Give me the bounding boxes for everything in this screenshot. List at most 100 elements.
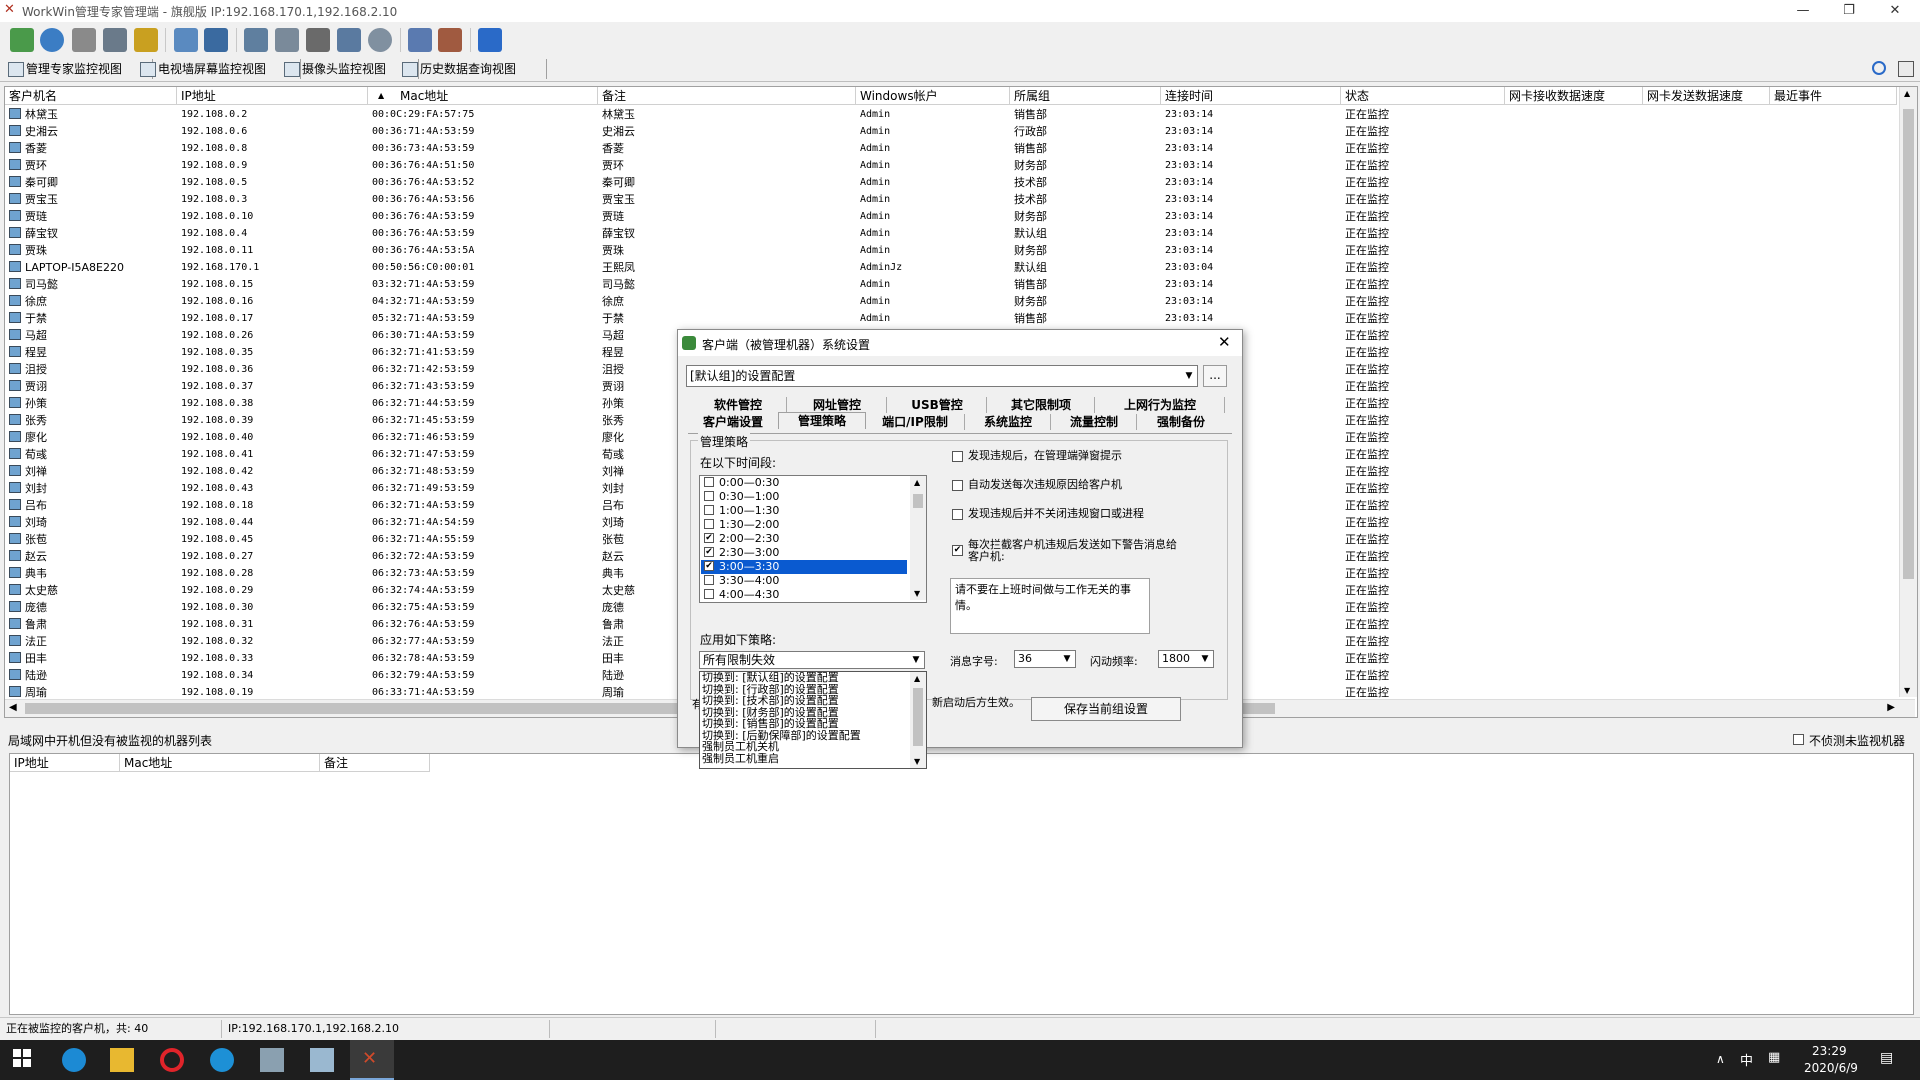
option-checkbox[interactable]: 自动发送每次违规原因给客户机 (952, 479, 1222, 491)
time-slot-list[interactable]: 0:00—0:30 0:30—1:00 1:00—1:30 1:30—2:00 ✔ 2:0… (699, 475, 927, 603)
no-detect-check[interactable] (1793, 734, 1804, 745)
tab-traffic[interactable]: 流量控制 (1052, 414, 1137, 430)
scroll-up-icon[interactable]: ▲ (914, 674, 920, 683)
table-row[interactable]: 贾环 192.108.0.9 00:36:76:4A:51:50 贾环 Admin 财务部… (5, 157, 1895, 174)
search-doc-icon[interactable] (306, 28, 330, 52)
monitor-icon[interactable] (10, 28, 34, 52)
policy-option[interactable]: 强制员工机关机 (702, 741, 907, 753)
scroll-thumb[interactable] (1903, 109, 1914, 579)
policy-dropdown-list[interactable]: 切换到: [默认组]的设置配置 切换到: [行政部]的设置配置 切换到: [技术部]… (699, 671, 927, 769)
tab-url[interactable]: 网址管控 (788, 397, 887, 413)
table-row[interactable]: 林黛玉 192.108.0.2 00:0C:29:FA:57:75 林黛玉 Admin 销… (5, 106, 1895, 123)
tab-client-settings[interactable]: 客户端设置 (688, 414, 778, 430)
tab-expert-monitor[interactable]: 管理专家监控视图 (4, 59, 153, 79)
tab-management-policy[interactable]: 管理策略 (778, 412, 866, 429)
key-icon[interactable] (204, 28, 228, 52)
table-row[interactable]: 史湘云 192.108.0.6 00:36:71:4A:53:59 史湘云 Admin 行… (5, 123, 1895, 140)
time-slot-checkbox[interactable]: ✔ (704, 561, 714, 571)
col-header[interactable]: Mac地址 (120, 754, 320, 772)
edge-icon[interactable] (62, 1048, 86, 1072)
option-checkbox[interactable]: ✔ 每次拦截客户机违规后发送如下警告消息给客户机: (952, 539, 1222, 563)
scroll-down-icon[interactable]: ▼ (914, 757, 920, 766)
policy-option[interactable]: 切换到: [行政部]的设置配置 (702, 684, 907, 696)
chart-icon[interactable] (174, 28, 198, 52)
workwin-task[interactable]: ✕ (350, 1040, 394, 1080)
time-slot-item[interactable]: 0:30—1:00 (701, 490, 907, 504)
time-slot-checkbox[interactable]: ✔ (704, 533, 714, 543)
time-slot-checkbox[interactable] (704, 575, 714, 585)
tab-online-behavior[interactable]: 上网行为监控 (1096, 397, 1225, 413)
vertical-scrollbar[interactable]: ▲ ▼ (1899, 87, 1917, 697)
tab-system-monitor[interactable]: 系统监控 (966, 414, 1051, 430)
font-size-select[interactable]: 36 ▼ (1014, 650, 1076, 668)
table-row[interactable]: 于禁 192.108.0.17 05:32:71:4A:53:59 于禁 Admin 销售… (5, 310, 1895, 327)
tray-up-icon[interactable]: ∧ (1716, 1052, 1725, 1066)
col-header[interactable]: 状态 (1341, 87, 1505, 105)
policy-option[interactable]: 切换到: [财务部]的设置配置 (702, 707, 907, 719)
mail-icon[interactable] (103, 28, 127, 52)
table-row[interactable]: 贾宝玉 192.108.0.3 00:36:76:4A:53:56 贾宝玉 Admin 技… (5, 191, 1895, 208)
time-slot-checkbox[interactable] (704, 477, 714, 487)
tab-software[interactable]: 软件管控 (690, 397, 787, 413)
report-icon[interactable] (408, 28, 432, 52)
scroll-thumb[interactable] (913, 688, 923, 746)
chevron-down-icon[interactable]: ▼ (1197, 651, 1213, 667)
restore-button[interactable]: ❐ (1826, 0, 1872, 22)
col-header[interactable]: 最近事件 (1770, 87, 1897, 105)
scroll-down-icon[interactable]: ▼ (914, 589, 920, 598)
config-select[interactable]: [默认组]的设置配置 ▼ (686, 365, 1198, 387)
layout-icon[interactable] (1898, 61, 1914, 77)
clock-time[interactable]: 23:29 (1812, 1044, 1847, 1058)
windows-start-icon[interactable] (12, 1048, 36, 1072)
option-checkbox[interactable]: 发现违规后并不关闭违规窗口或进程 (952, 508, 1222, 520)
windows-icon[interactable] (337, 28, 361, 52)
dialog-close-icon[interactable]: ✕ (1218, 333, 1231, 351)
close-button[interactable]: ✕ (1872, 0, 1918, 22)
time-slot-item[interactable]: ✔ 2:30—3:00 (701, 546, 907, 560)
col-header[interactable]: 备注 (598, 87, 856, 105)
policy-option[interactable]: 切换到: [后勤保障部]的设置配置 (702, 730, 907, 742)
tools-icon[interactable] (438, 28, 462, 52)
time-slot-item[interactable]: 1:30—2:00 (701, 518, 907, 532)
col-header[interactable]: ▲ Mac地址 (368, 87, 598, 105)
table-row[interactable]: LAPTOP-I5A8E220 192.168.170.1 00:50:56:C0:… (5, 259, 1895, 276)
keyboard-icon[interactable]: ▦ (1768, 1050, 1780, 1065)
more-button[interactable]: ... (1203, 365, 1227, 387)
col-header[interactable]: Windows帐户 (856, 87, 1010, 105)
policy-select[interactable]: 所有限制失效 ▼ (699, 651, 925, 669)
flash-rate-select[interactable]: 1800 ▼ (1158, 650, 1214, 668)
scroll-thumb[interactable] (913, 494, 923, 508)
time-slot-checkbox[interactable] (704, 519, 714, 529)
policy-option[interactable]: 强制员工机重启 (702, 753, 907, 765)
opera-icon[interactable] (160, 1048, 184, 1072)
table-row[interactable]: 徐庶 192.108.0.16 04:32:71:4A:53:59 徐庶 Admin 财务… (5, 293, 1895, 310)
tab-history[interactable]: 历史数据查询视图 (398, 59, 547, 79)
unmonitored-list[interactable]: IP地址 Mac地址 备注 (9, 753, 1914, 1015)
users-icon[interactable] (134, 28, 158, 52)
policy-option[interactable]: 切换到: [销售部]的设置配置 (702, 718, 907, 730)
file-explorer-icon[interactable] (110, 1048, 134, 1072)
time-slot-item[interactable]: ✔ 3:00—3:30 (701, 560, 907, 574)
app-s-icon[interactable] (210, 1048, 234, 1072)
col-header[interactable]: IP地址 (177, 87, 368, 105)
time-slot-item[interactable]: 3:30—4:00 (701, 574, 907, 588)
table-row[interactable]: 薛宝钗 192.108.0.4 00:36:76:4A:53:59 薛宝钗 Admin 默… (5, 225, 1895, 242)
time-slot-item[interactable]: 4:00—4:30 (701, 588, 907, 602)
tab-port-ip[interactable]: 端口/IP限制 (866, 414, 965, 430)
time-list-scrollbar[interactable]: ▲ ▼ (910, 476, 926, 600)
dropdown-scrollbar[interactable]: ▲ ▼ (910, 672, 926, 768)
warning-message-input[interactable]: 请不要在上班时间做与工作无关的事情。 (950, 578, 1150, 634)
no-detect-checkbox[interactable]: 不侦测未监视机器 (1793, 732, 1905, 749)
save-group-button[interactable]: 保存当前组设置 (1031, 697, 1181, 721)
table-row[interactable]: 秦可卿 192.108.0.5 00:36:76:4A:53:52 秦可卿 Admin 技… (5, 174, 1895, 191)
option-check[interactable] (952, 480, 963, 491)
time-slot-checkbox[interactable] (704, 505, 714, 515)
table-row[interactable]: 贾珠 192.108.0.11 00:36:76:4A:53:5A 贾珠 Admin 财务… (5, 242, 1895, 259)
option-check[interactable] (952, 509, 963, 520)
policy-option[interactable]: 切换到: [默认组]的设置配置 (702, 672, 907, 684)
chevron-down-icon[interactable]: ▼ (1059, 651, 1075, 667)
tab-other-limits[interactable]: 其它限制项 (988, 397, 1095, 413)
scroll-left-icon[interactable]: ◀ (9, 702, 17, 713)
notification-icon[interactable]: ▤ (1880, 1050, 1893, 1066)
chevron-down-icon[interactable]: ▼ (1181, 366, 1197, 386)
